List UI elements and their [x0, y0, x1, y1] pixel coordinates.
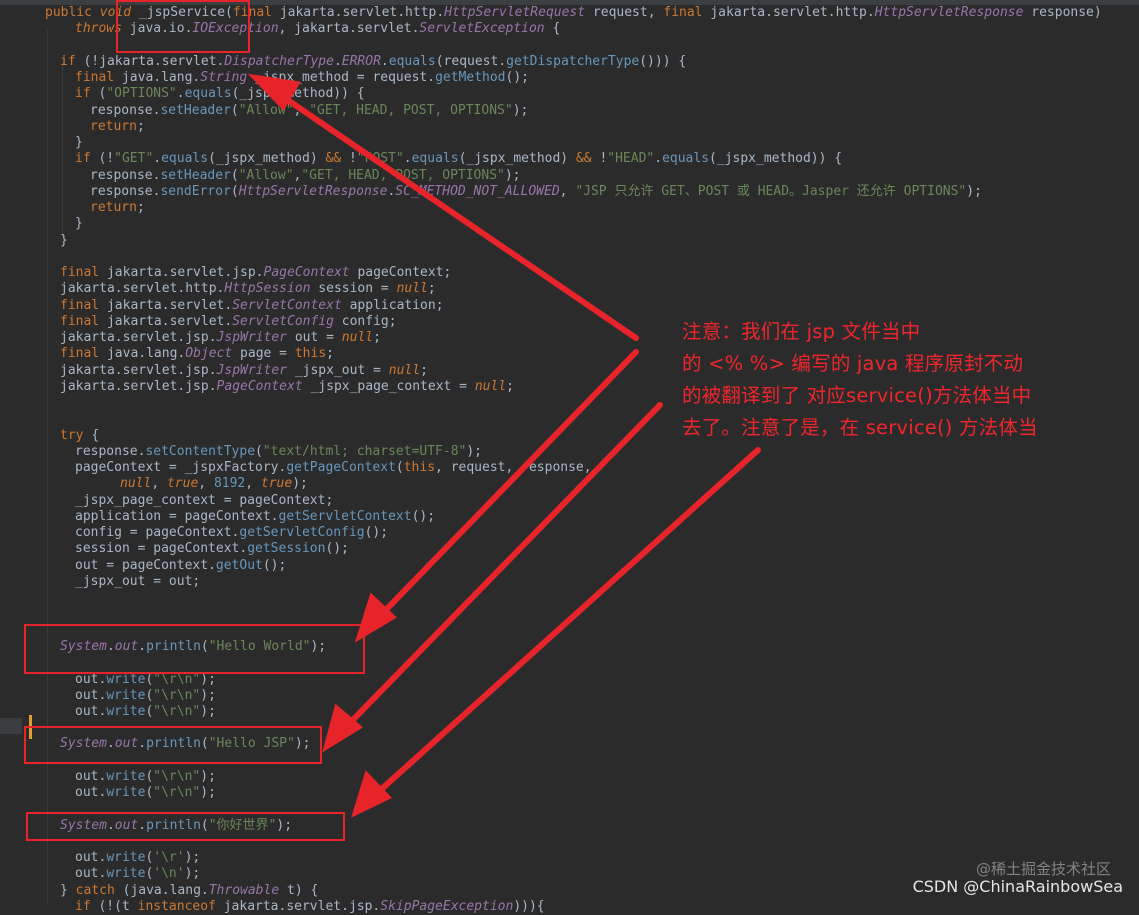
- arrow-to-hello-world: [375, 349, 639, 621]
- annotation-line: 的被翻译到了 对应service()方法体当中: [682, 384, 1032, 407]
- juejin-watermark: @稀土掘金技术社区: [975, 860, 1111, 878]
- arrow-to-service-method: [273, 89, 639, 341]
- code-editor[interactable]: public void _jspService(final jakarta.se…: [0, 0, 1139, 914]
- arrow-head: [351, 770, 393, 818]
- annotation-note: 注意：我们在 jsp 文件当中 的 <% %> 编写的 java 程序原封不动 …: [682, 316, 1122, 444]
- annotation-arrows: [247, 73, 761, 818]
- annotation-line: 注意：我们在 jsp 文件当中: [682, 320, 921, 343]
- arrow-head: [354, 592, 397, 643]
- annotation-line: 的 <% %> 编写的 java 程序原封不动: [682, 352, 1024, 375]
- annotation-line: 去了。注意了是，在 service() 方法体当: [682, 416, 1038, 439]
- csdn-watermark: CSDN @ChinaRainbowSea: [912, 877, 1123, 896]
- arrow-head: [322, 703, 364, 753]
